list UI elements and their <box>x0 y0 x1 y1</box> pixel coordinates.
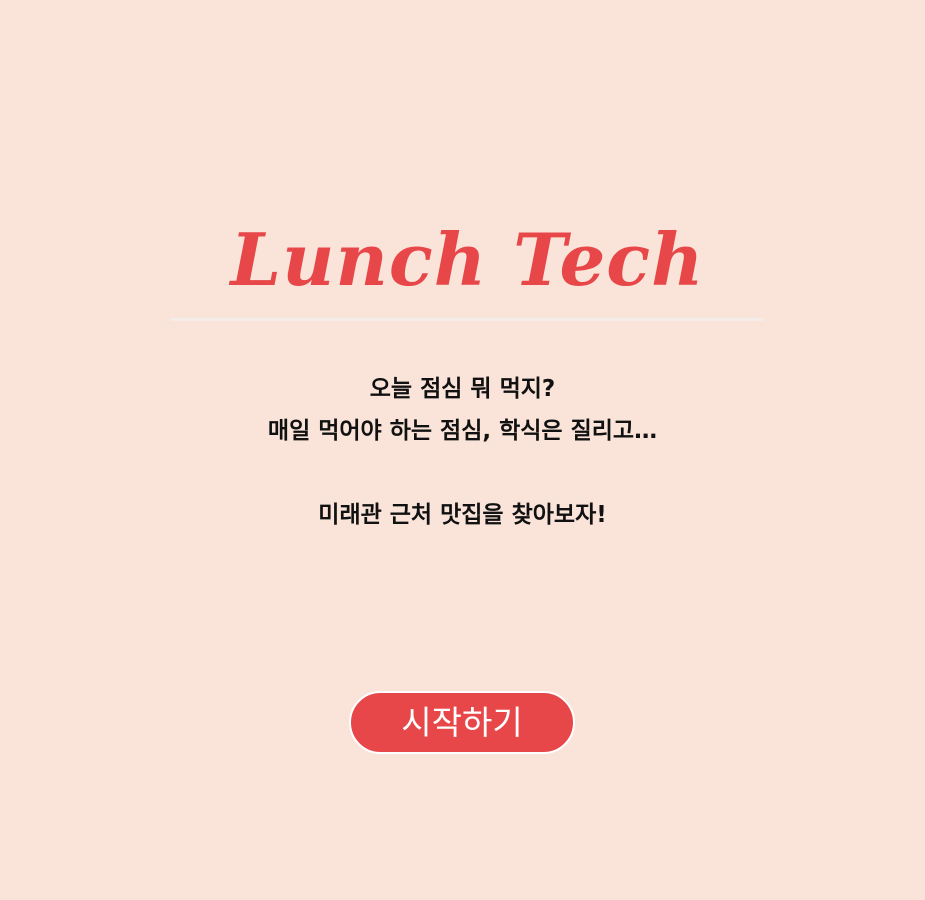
intro-line-description: 매일 먹어야 하는 점심, 학식은 질리고… <box>267 418 658 444</box>
start-button[interactable]: 시작하기 <box>349 691 575 754</box>
app-title: Lunch Tech <box>230 217 705 302</box>
intro-line-call-to-action: 미래관 근처 맛집을 찾아보자! <box>318 502 607 528</box>
intro-text: 오늘 점심 뭐 먹지? 매일 먹어야 하는 점심, 학식은 질리고… 미래관 근… <box>0 368 925 536</box>
intro-spacer <box>0 452 925 494</box>
title-divider <box>170 318 764 321</box>
landing-page: Lunch Tech 오늘 점심 뭐 먹지? 매일 먹어야 하는 점심, 학식은… <box>0 0 925 900</box>
intro-line-question: 오늘 점심 뭐 먹지? <box>369 376 556 402</box>
